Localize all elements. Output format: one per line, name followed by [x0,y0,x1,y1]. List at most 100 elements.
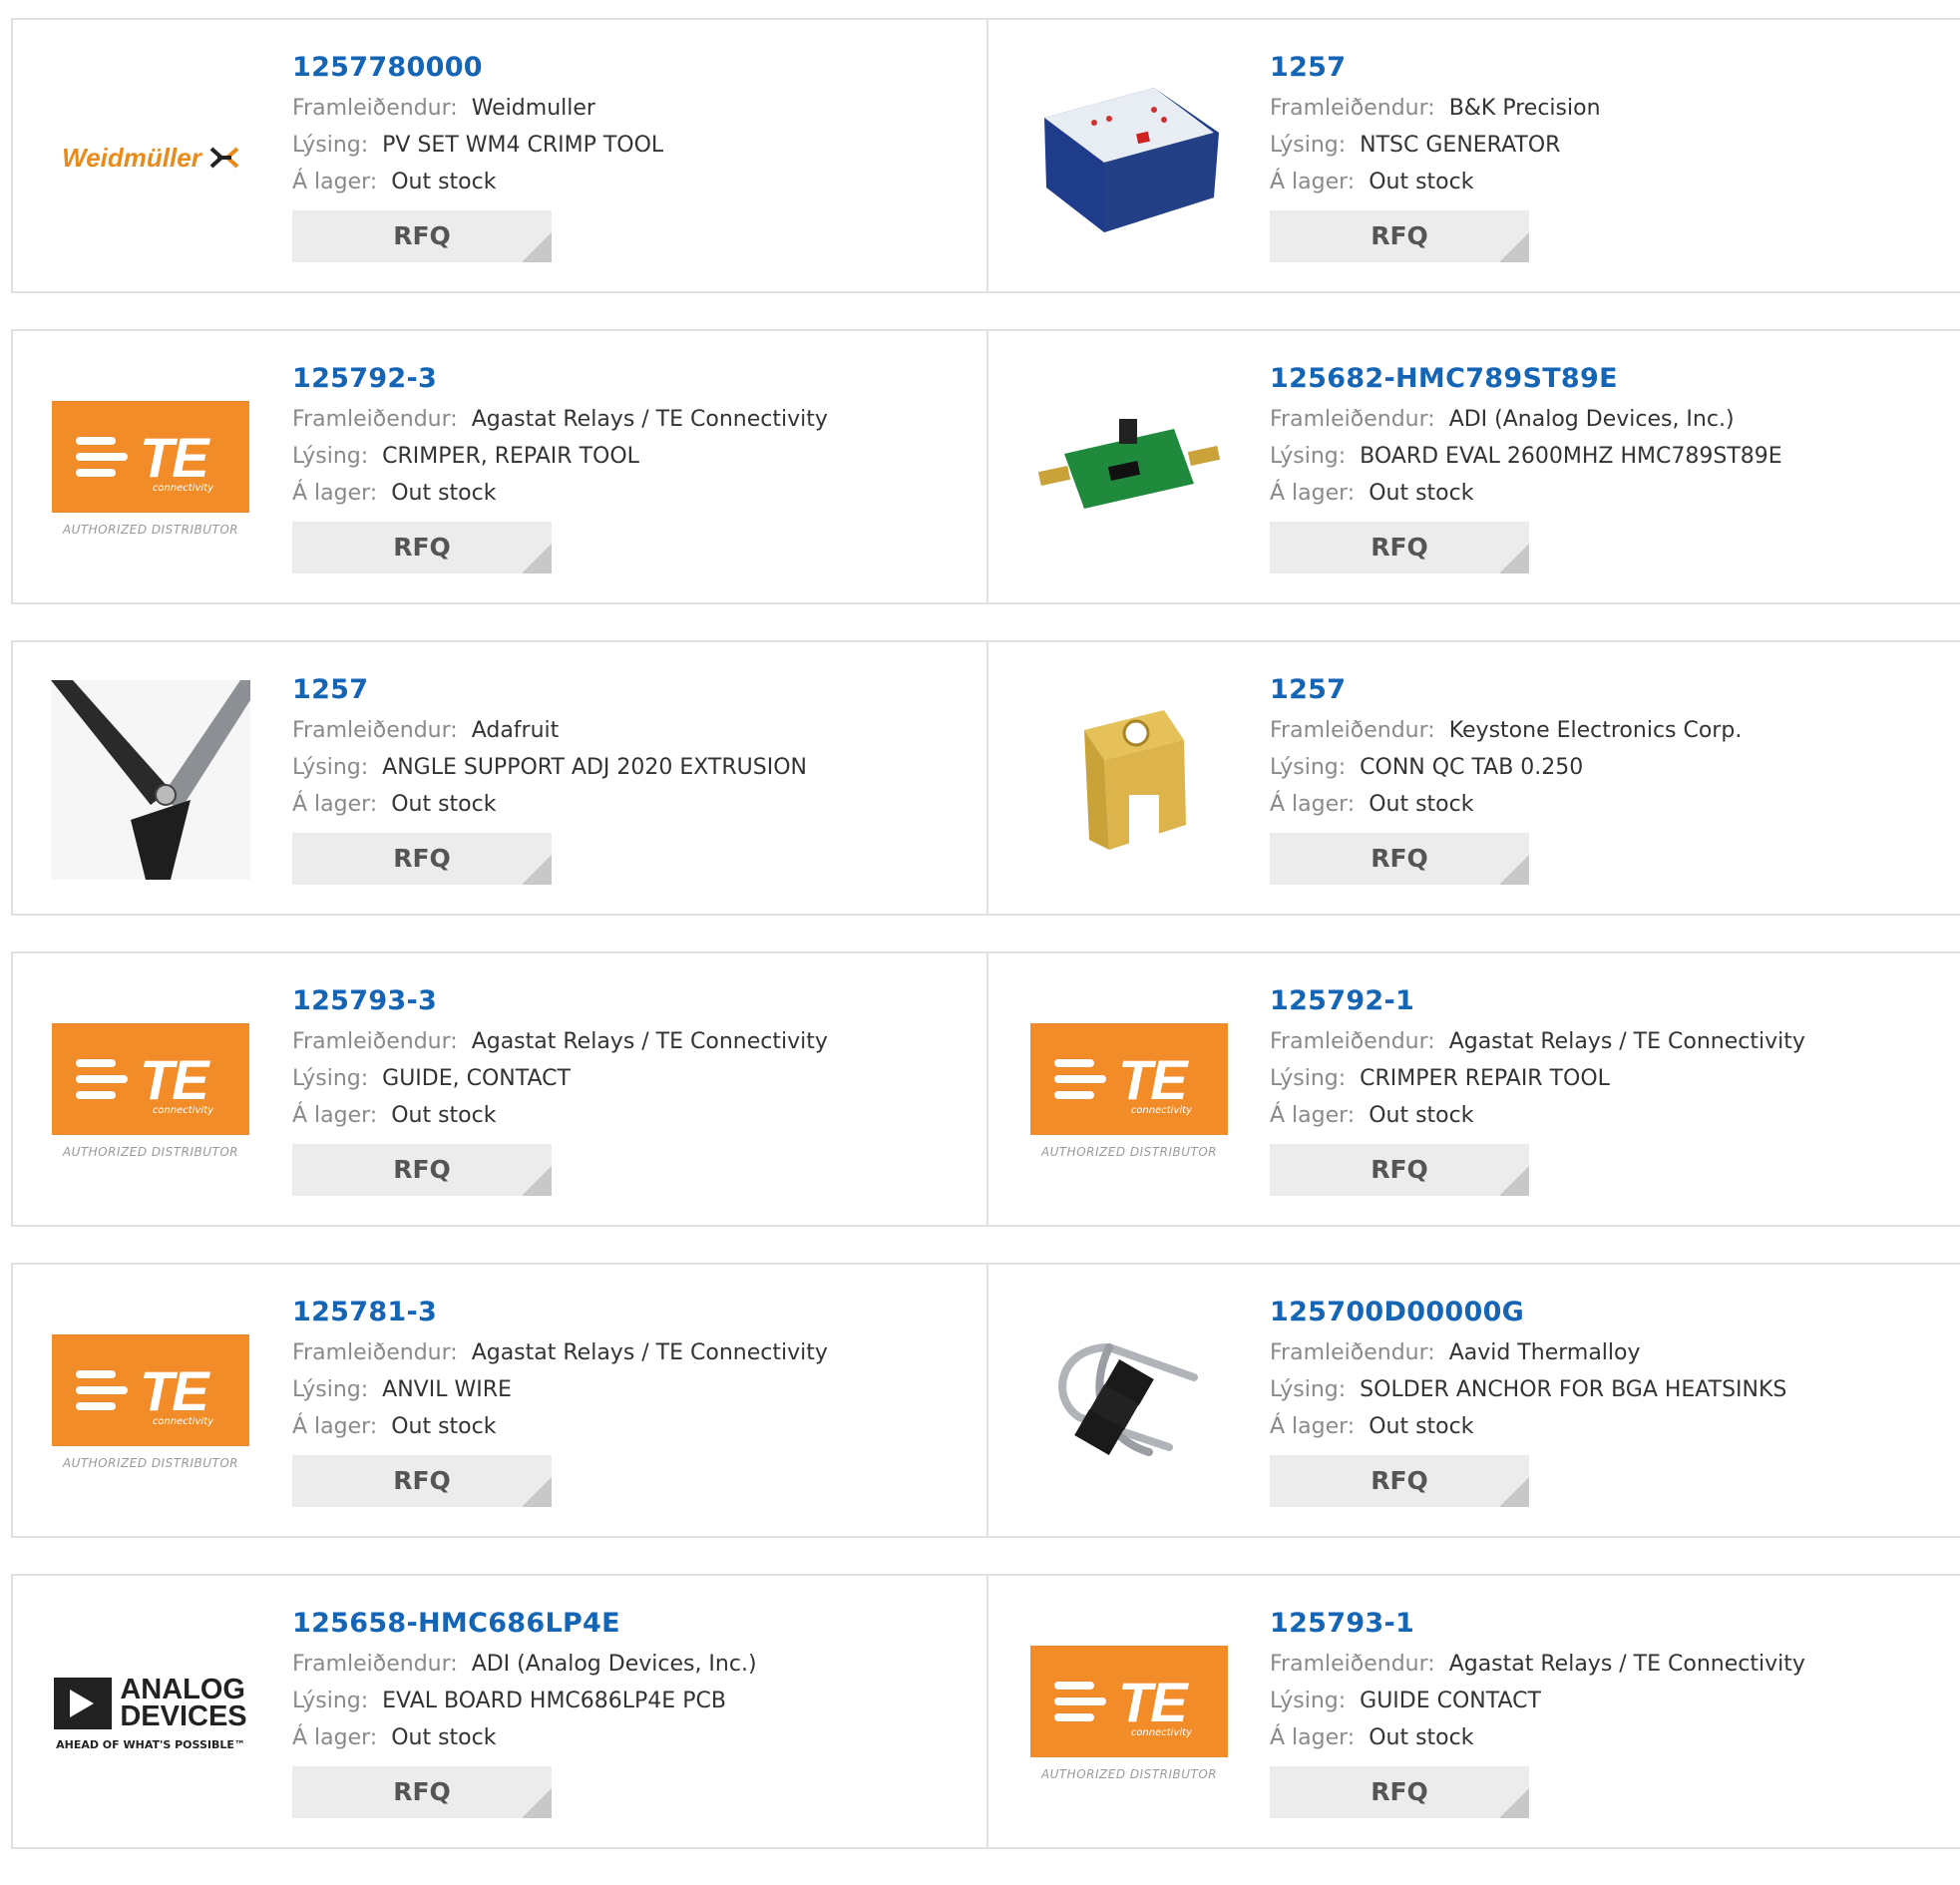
manufacturer-label: Framleiðendur: [1270,1652,1435,1677]
part-number-link[interactable]: 1257780000 [292,50,971,90]
rfq-button[interactable]: RFQ [292,1144,552,1196]
product-image[interactable]: TE connectivity AUTHORIZED DISTRIBUTOR [51,1303,250,1502]
rfq-button[interactable]: RFQ [292,1455,552,1507]
rfq-button[interactable]: RFQ [1270,210,1529,262]
description-value: GUIDE, CONTACT [382,1066,571,1091]
manufacturer-value: Aavid Thermalloy [1448,1340,1641,1365]
rfq-label: RFQ [393,1466,451,1495]
part-number-link[interactable]: 1257 [292,672,971,712]
part-number-link[interactable]: 1257 [1270,50,1948,90]
stock-value: Out stock [391,792,497,817]
product-image[interactable]: TE connectivity AUTHORIZED DISTRIBUTOR [1029,991,1229,1191]
rfq-button[interactable]: RFQ [292,210,552,262]
manufacturer-value: Agastat Relays / TE Connectivity [1448,1029,1805,1054]
rfq-button[interactable]: RFQ [1270,833,1529,885]
product-image[interactable] [1029,369,1229,568]
rfq-button[interactable]: RFQ [1270,1144,1529,1196]
rfq-button[interactable]: RFQ [292,522,552,573]
rfq-label: RFQ [1371,1466,1428,1495]
product-image[interactable]: TE connectivity AUTHORIZED DISTRIBUTOR [1029,1614,1229,1813]
manufacturer-value: Weidmuller [471,96,595,121]
stock-label: Á lager: [292,170,378,194]
product-card: TE connectivity AUTHORIZED DISTRIBUTOR 12… [11,1265,986,1536]
manufacturer-label: Framleiðendur: [292,407,458,432]
description-value: PV SET WM4 CRIMP TOOL [382,133,664,158]
part-number-link[interactable]: 125793-1 [1270,1606,1948,1646]
stock-value: Out stock [1369,792,1474,817]
stock-label: Á lager: [1270,792,1356,817]
solder-anchor-photo [1058,1343,1198,1456]
description-value: CRIMPER, REPAIR TOOL [382,444,639,469]
corner-triangle-icon [1499,232,1529,262]
manufacturer-label: Framleiðendur: [292,718,458,743]
description-label: Lýsing: [1270,444,1347,469]
rfq-label: RFQ [1371,221,1428,250]
rfq-button[interactable]: RFQ [292,1766,552,1818]
description-value: GUIDE CONTACT [1360,1689,1541,1713]
product-card: TE connectivity AUTHORIZED DISTRIBUTOR 12… [11,953,986,1225]
stock-label: Á lager: [292,792,378,817]
stock-label: Á lager: [1270,481,1356,506]
product-image[interactable]: ANALOG DEVICES AHEAD OF WHAT'S POSSIBLE™ [51,1614,250,1813]
te-logo: TE connectivity AUTHORIZED DISTRIBUTOR [1030,1023,1228,1159]
rfq-button[interactable]: RFQ [1270,1455,1529,1507]
corner-triangle-icon [1499,1166,1529,1196]
rfq-button[interactable]: RFQ [1270,522,1529,573]
rfq-button[interactable]: RFQ [1270,1766,1529,1818]
stock-label: Á lager: [292,481,378,506]
te-logo: TE connectivity AUTHORIZED DISTRIBUTOR [1030,1646,1228,1781]
product-info: 125700D00000G Framleiðendur: Aavid Therma… [1270,1295,1948,1507]
product-image[interactable]: TE connectivity AUTHORIZED DISTRIBUTOR [51,369,250,568]
corner-triangle-icon [1499,544,1529,573]
product-info: 1257 Framleiðendur: B&K Precision Lýsing:… [1270,50,1948,262]
manufacturer-label: Framleiðendur: [1270,407,1435,432]
product-info: 125792-1 Framleiðendur: Agastat Relays / … [1270,983,1948,1196]
part-number-link[interactable]: 125658-HMC686LP4E [292,1606,971,1646]
part-number-link[interactable]: 125700D00000G [1270,1295,1948,1334]
part-number-link[interactable]: 125792-3 [292,361,971,401]
part-number-link[interactable]: 1257 [1270,672,1948,712]
rfq-label: RFQ [1371,844,1428,873]
rfq-label: RFQ [393,1155,451,1184]
rfq-label: RFQ [393,533,451,562]
part-number-link[interactable]: 125781-3 [292,1295,971,1334]
product-image[interactable] [1029,58,1229,257]
product-info: 1257 Framleiðendur: Adafruit Lýsing: ANGLE… [292,672,971,885]
corner-triangle-icon [522,544,552,573]
manufacturer-label: Framleiðendur: [1270,1029,1435,1054]
manufacturer-label: Framleiðendur: [1270,1340,1435,1365]
rfq-label: RFQ [1371,1155,1428,1184]
te-logo: TE connectivity AUTHORIZED DISTRIBUTOR [52,401,249,537]
description-value: NTSC GENERATOR [1360,133,1561,158]
product-info: 125658-HMC686LP4E Framleiðendur: ADI (Ana… [292,1606,971,1818]
manufacturer-label: Framleiðendur: [292,1340,458,1365]
rfq-label: RFQ [1371,533,1428,562]
stock-value: Out stock [1369,1414,1474,1439]
product-info: 125781-3 Framleiðendur: Agastat Relays / … [292,1295,971,1507]
part-number-link[interactable]: 125792-1 [1270,983,1948,1023]
part-number-link[interactable]: 125793-3 [292,983,971,1023]
product-image[interactable] [51,680,250,880]
product-info: 125793-1 Framleiðendur: Agastat Relays / … [1270,1606,1948,1818]
description-label: Lýsing: [1270,133,1347,158]
eval-board-photo [1037,419,1221,509]
product-image[interactable] [1029,1303,1229,1502]
part-number-link[interactable]: 125682-HMC789ST89E [1270,361,1948,401]
manufacturer-label: Framleiðendur: [292,96,458,121]
angle-support-photo [51,680,250,880]
manufacturer-label: Framleiðendur: [1270,96,1435,121]
stock-label: Á lager: [1270,1414,1356,1439]
product-card: 1257 Framleiðendur: Adafruit Lýsing: ANGLE… [11,642,986,914]
rfq-button[interactable]: RFQ [292,833,552,885]
description-label: Lýsing: [292,1689,369,1713]
stock-value: Out stock [391,170,497,194]
description-value: ANVIL WIRE [382,1377,512,1402]
product-image[interactable]: Weidmüller [51,58,250,257]
product-info: 125792-3 Framleiðendur: Agastat Relays / … [292,361,971,573]
stock-label: Á lager: [292,1103,378,1128]
stock-value: Out stock [391,1725,497,1750]
product-image[interactable] [1029,680,1229,880]
description-value: EVAL BOARD HMC686LP4E PCB [382,1689,726,1713]
description-label: Lýsing: [1270,1689,1347,1713]
product-image[interactable]: TE connectivity AUTHORIZED DISTRIBUTOR [51,991,250,1191]
